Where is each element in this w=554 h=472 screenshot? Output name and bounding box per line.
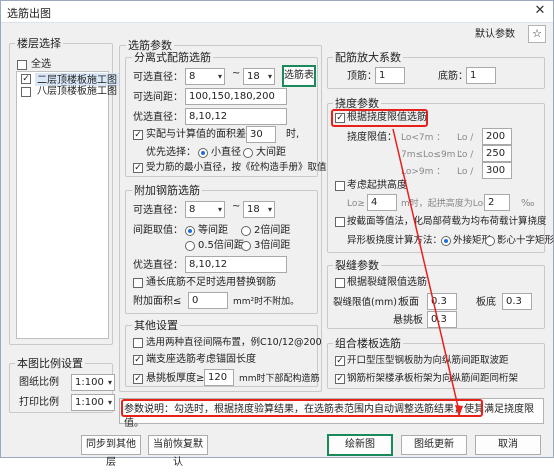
draw-new-button[interactable]: 绘新图 bbox=[327, 434, 393, 456]
cancel-button[interactable]: 取消 bbox=[475, 435, 541, 455]
annotation-arrow bbox=[392, 128, 463, 417]
arrow-head bbox=[455, 405, 463, 417]
update-drawing-button[interactable]: 图纸更新 bbox=[401, 435, 467, 455]
arrow-line bbox=[392, 128, 460, 412]
sync-button[interactable]: 同步到其他层 bbox=[81, 435, 141, 468]
restore-default-button[interactable]: 当前恢复默认 bbox=[148, 435, 208, 468]
dialog-window: 选筋出图 ✕ 默认参数 ☆ 楼层选择 全选 ✓ 二层顶楼板施工图 八层顶楼板施工… bbox=[0, 0, 554, 468]
